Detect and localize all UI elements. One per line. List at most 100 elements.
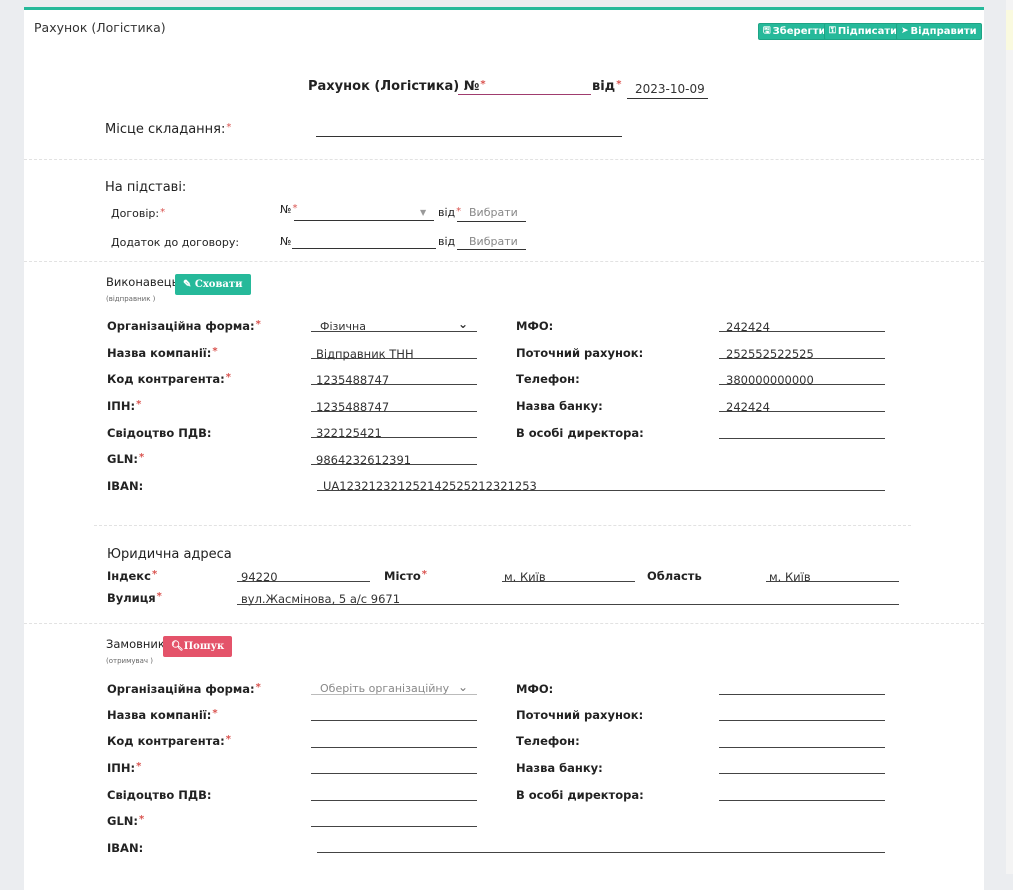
- customer-title: Замовник: [106, 637, 165, 651]
- doc-number-input[interactable]: [458, 94, 591, 95]
- underline: [502, 581, 635, 582]
- underline: [719, 438, 885, 439]
- executor-subtitle: (відправник ): [106, 295, 156, 303]
- caret-down-icon: ▼: [420, 208, 427, 217]
- underline: [311, 331, 477, 332]
- save-button[interactable]: 🖫 Зберегти: [758, 23, 831, 40]
- executor-account-label: Поточний рахунок:: [516, 346, 644, 360]
- scrollbar[interactable]: [1006, 0, 1013, 874]
- place-input[interactable]: [316, 136, 622, 137]
- underline: [311, 358, 477, 359]
- basis-title: На підставі:: [105, 180, 187, 195]
- annex-label: Додаток до договору:: [111, 236, 240, 249]
- customer-company-label: Назва компанії:*: [107, 708, 218, 722]
- customer-company-input[interactable]: [311, 720, 477, 721]
- customer-bank-label: Назва банку:: [516, 761, 603, 775]
- customer-gln-input[interactable]: [311, 826, 477, 827]
- customer-account-input[interactable]: [719, 720, 885, 721]
- invoice-panel: Рахунок (Логістика) 🖫 Зберегти ⚿ Підписати…: [24, 7, 984, 890]
- doc-title: Рахунок (Логістика) №*: [308, 79, 486, 94]
- annex-no-input[interactable]: [292, 248, 436, 249]
- contract-from-label: від*: [438, 206, 462, 219]
- executor-director-label: В особі директора:: [516, 426, 644, 440]
- customer-org-form-label: Організаційна форма:*: [107, 682, 261, 696]
- executor-iban-label: IBAN:: [107, 479, 144, 493]
- required-mark: *: [480, 79, 486, 90]
- divider: [24, 623, 984, 624]
- underline: [311, 464, 477, 465]
- contract-no-label: №*: [280, 203, 298, 216]
- customer-iban-label: IBAN:: [107, 841, 144, 855]
- customer-director-label: В особі директора:: [516, 788, 644, 802]
- underline: [311, 437, 477, 438]
- customer-vat-input[interactable]: [311, 800, 477, 801]
- region-label: Область: [647, 569, 702, 583]
- contract-select[interactable]: [294, 220, 434, 221]
- executor-company-label: Назва компанії:*: [107, 346, 218, 360]
- annex-no-label: №: [280, 235, 292, 248]
- customer-ipn-input[interactable]: [311, 773, 477, 774]
- divider: [24, 261, 984, 262]
- underline: [766, 581, 899, 582]
- executor-ipn-label: ІПН:*: [107, 399, 142, 413]
- divider: [94, 525, 911, 526]
- executor-vat-label: Свідоцтво ПДВ:: [107, 426, 212, 440]
- customer-account-label: Поточний рахунок:: [516, 708, 644, 722]
- underline: [719, 331, 885, 332]
- executor-title: Виконавець: [106, 275, 179, 289]
- customer-gln-label: GLN:*: [107, 814, 145, 828]
- underline: [237, 581, 370, 582]
- customer-bank-input[interactable]: [719, 773, 885, 774]
- floppy-icon: 🖫: [763, 26, 771, 36]
- customer-mfo-label: МФО:: [516, 682, 554, 696]
- underline: [237, 604, 899, 605]
- customer-iban-input[interactable]: [317, 852, 885, 853]
- customer-vat-label: Свідоцтво ПДВ:: [107, 788, 212, 802]
- executor-org-form-label: Організаційна форма:*: [107, 319, 261, 333]
- customer-director-input[interactable]: [719, 800, 885, 801]
- customer-code-label: Код контрагента:*: [107, 734, 231, 748]
- search-button[interactable]: 🔍︎Пошук: [163, 636, 233, 657]
- contract-date-input[interactable]: Вибрати: [469, 206, 518, 219]
- underline: [311, 384, 477, 385]
- executor-code-label: Код контрагента:*: [107, 372, 231, 386]
- chevron-down-icon: ⌄: [458, 317, 469, 331]
- customer-subtitle: (отримувач ): [106, 657, 154, 665]
- customer-mfo-input[interactable]: [719, 694, 885, 695]
- panel-title: Рахунок (Логістика): [34, 20, 166, 35]
- executor-bank-label: Назва банку:: [516, 399, 603, 413]
- customer-phone-input[interactable]: [719, 747, 885, 748]
- address-title: Юридична адреса: [107, 547, 232, 562]
- doc-date-input[interactable]: 2023-10-09: [635, 82, 705, 96]
- city-label: Місто*: [384, 569, 428, 583]
- customer-code-input[interactable]: [311, 747, 477, 748]
- contract-date-underline: [457, 221, 526, 222]
- divider: [24, 159, 984, 160]
- underline: [317, 490, 885, 491]
- paper-plane-icon: ➤: [901, 26, 909, 36]
- hide-button[interactable]: ✎ Сховати: [175, 274, 251, 295]
- contract-label: Договір:*: [111, 207, 166, 220]
- annex-date-input[interactable]: Вибрати: [469, 235, 518, 248]
- magnifier-icon: 🔍︎: [171, 641, 184, 652]
- chevron-down-icon: ⌄: [458, 680, 469, 694]
- place-label: Місце складання:*: [105, 122, 232, 137]
- underline: [311, 411, 477, 412]
- index-label: Індекс*: [107, 569, 158, 583]
- annex-date-underline: [457, 249, 526, 250]
- street-label: Вулиця*: [107, 591, 162, 605]
- pencil-icon: ✎: [183, 279, 192, 290]
- underline: [719, 384, 885, 385]
- doc-date-label: від*: [592, 79, 622, 94]
- underline: [719, 358, 885, 359]
- underline: [311, 694, 477, 695]
- send-button[interactable]: ➤ Відправити: [896, 23, 982, 40]
- doc-date-underline: [627, 98, 708, 99]
- key-icon: ⚿: [829, 26, 836, 36]
- customer-phone-label: Телефон:: [516, 734, 580, 748]
- sign-button[interactable]: ⚿ Підписати: [824, 23, 903, 40]
- executor-mfo-label: МФО:: [516, 319, 554, 333]
- executor-gln-label: GLN:*: [107, 452, 145, 466]
- underline: [719, 411, 885, 412]
- executor-phone-label: Телефон:: [516, 372, 580, 386]
